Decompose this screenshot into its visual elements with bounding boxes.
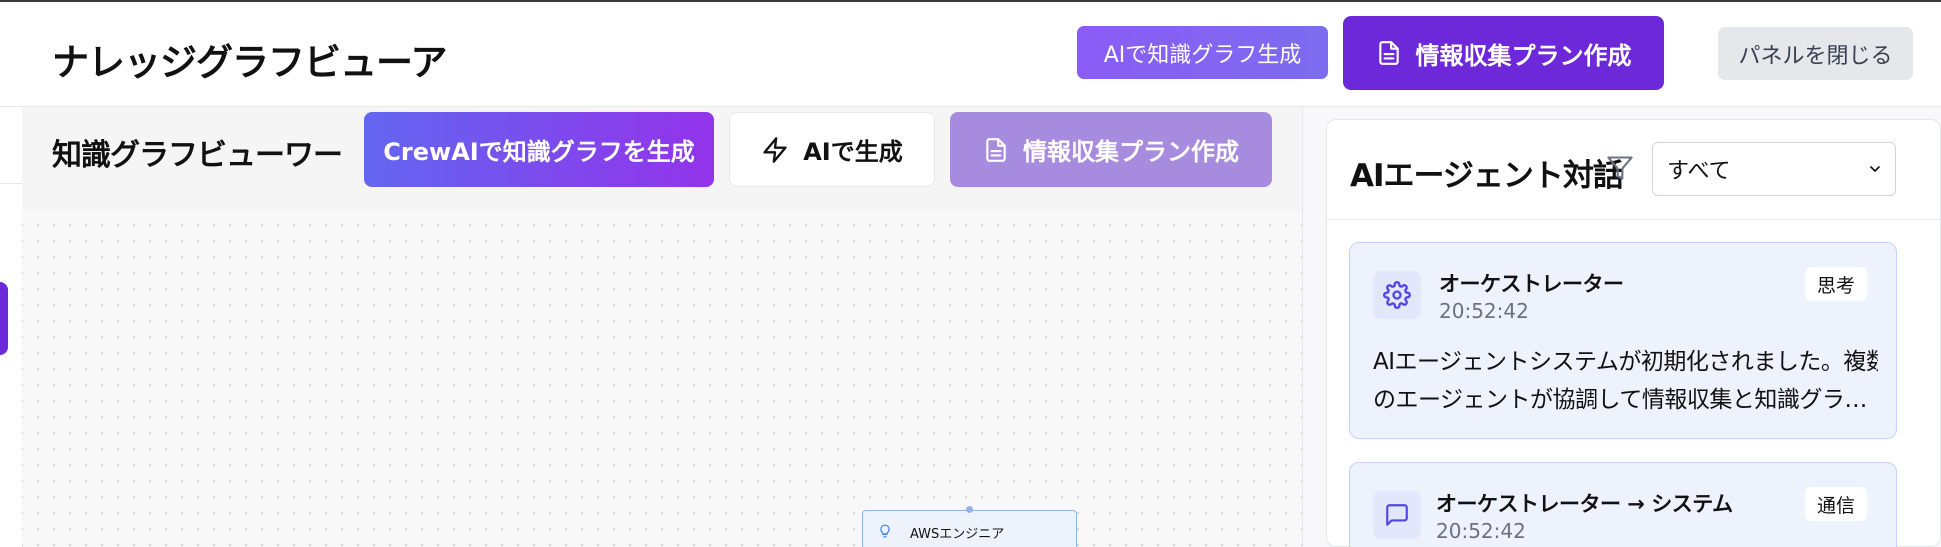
message-avatar [1373,491,1421,539]
ai-generate-button[interactable]: AIで生成 [729,112,935,187]
message-body: AIエージェントシステムが初期化されました。複数 のエージェントが協調して情報収… [1373,343,1878,419]
crewai-generate-label: CrewAIで知識グラフを生成 [383,138,695,166]
graph-node-label: AWSエンジニア [910,527,1005,542]
message-type-badge: 思考 [1805,267,1868,301]
viewer-collection-plan-label: 情報収集プラン作成 [1023,138,1239,166]
collection-plan-label: 情報収集プラン作成 [1415,41,1632,70]
chevron-down-icon [1870,166,1880,172]
message-sender: オーケストレーター [1439,272,1624,296]
message-body-line2: のエージェントが協調して情報収集と知識グラフ… [1373,387,1878,413]
close-panel-button[interactable]: パネルを閉じる [1718,27,1913,80]
lightbulb-icon [880,524,890,538]
page-title: ナレッジグラフビューア [52,41,448,84]
message-sender: オーケストレーター → システム [1436,492,1733,516]
message-avatar [1373,271,1421,319]
document-icon [1378,41,1399,65]
panel-header-divider [1327,219,1941,220]
collection-plan-button[interactable]: 情報収集プラン作成 [1343,16,1664,90]
message-icon [1386,504,1408,526]
ai-generate-label: AIで生成 [803,138,903,166]
ai-knowledge-graph-button[interactable]: AIで知識グラフ生成 [1077,26,1328,79]
message-type-badge: 通信 [1805,487,1868,521]
filter-icon [1607,156,1633,180]
node-connection-handle[interactable] [966,506,973,513]
agent-dialogue-title: AIエージェント対話 [1350,158,1624,194]
viewer-collection-plan-button[interactable]: 情報収集プラン作成 [950,112,1272,187]
sidebar-toggle-tab[interactable] [0,282,8,355]
document-icon [986,137,1006,162]
ai-knowledge-graph-label: AIで知識グラフ生成 [1103,42,1302,68]
message-body-line1: AIエージェントシステムが初期化されました。複数 [1373,349,1878,375]
sidebar-divider [0,183,22,184]
lightning-icon [763,136,787,163]
close-panel-label: パネルを閉じる [1738,43,1893,69]
filter-selected-value: すべて [1667,159,1731,184]
gear-icon [1383,281,1411,309]
message-timestamp: 20:52:42 [1436,519,1526,543]
graph-canvas[interactable] [22,211,1302,547]
crewai-generate-button[interactable]: CrewAIで知識グラフを生成 [364,112,714,187]
viewer-title: 知識グラフビューワー [52,138,343,173]
message-filter-select[interactable]: すべて [1652,142,1896,196]
message-timestamp: 20:52:42 [1439,299,1529,323]
